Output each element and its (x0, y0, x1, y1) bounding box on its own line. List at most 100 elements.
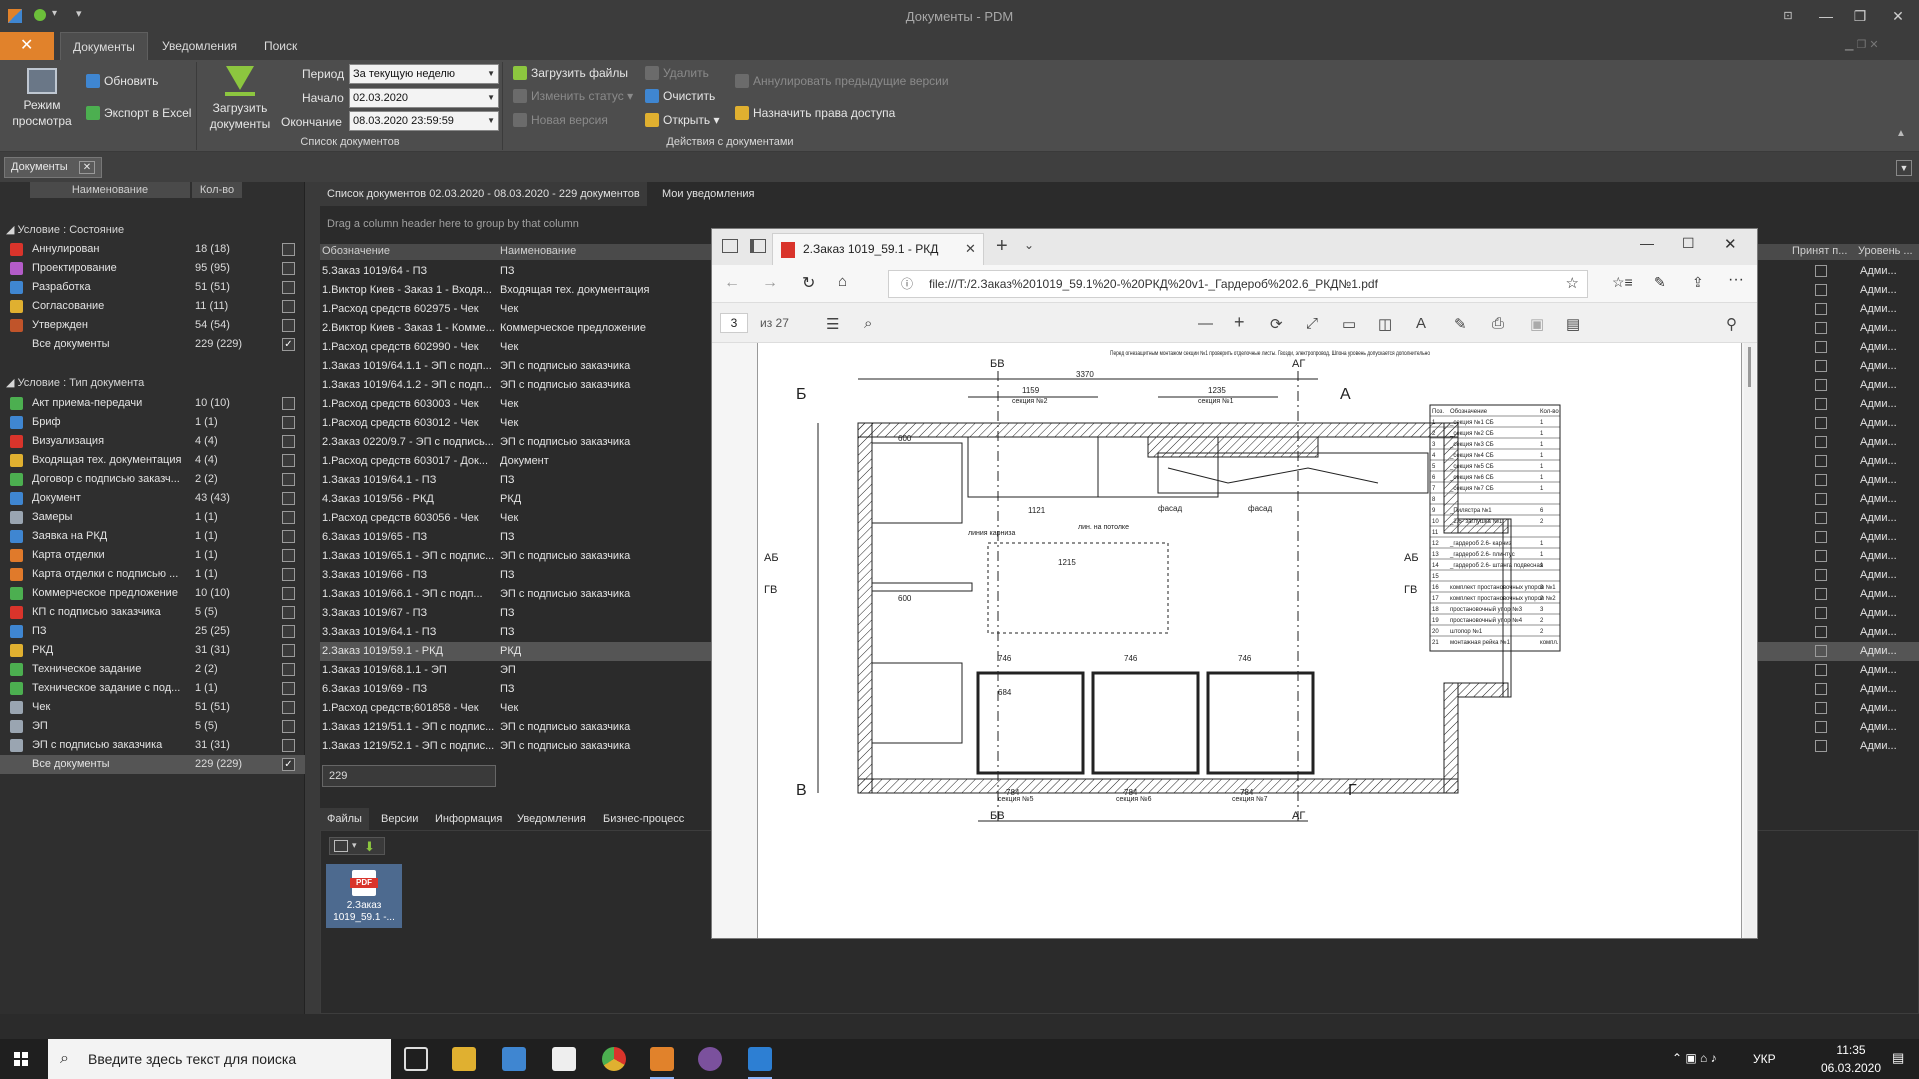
viber-icon[interactable] (698, 1047, 722, 1071)
accepted-checkbox[interactable] (1815, 721, 1827, 733)
page-number-input[interactable]: 3 (720, 313, 748, 333)
pdm-app-icon[interactable] (650, 1047, 674, 1071)
taskbar-date[interactable]: 06.03.2020 (1815, 1061, 1887, 1075)
clear-button[interactable]: Очистить (645, 89, 715, 103)
assign-rights-button[interactable]: Назначить права доступа (735, 106, 895, 120)
tab-info[interactable]: Информация (428, 808, 509, 830)
save-icon[interactable]: ▣ (1530, 315, 1544, 333)
task-view-icon[interactable] (404, 1047, 428, 1071)
type-checkbox[interactable] (282, 511, 295, 524)
col-name-header[interactable]: Наименование (500, 245, 576, 257)
accepted-checkbox[interactable] (1815, 531, 1827, 543)
minimize-button[interactable]: — (1640, 235, 1654, 251)
state-row[interactable]: Проектирование 95 (95) (0, 259, 305, 278)
save-as-icon[interactable]: ▤ (1566, 315, 1580, 333)
contents-icon[interactable]: ☰ (826, 315, 839, 333)
view-mode-button[interactable]: Режим просмотра (10, 68, 74, 152)
close-icon[interactable]: ✕ (78, 161, 96, 174)
state-checkbox[interactable] (282, 262, 295, 275)
type-row[interactable]: Заявка на РКД 1 (1) (0, 527, 305, 546)
tab-versions[interactable]: Версии (374, 808, 425, 830)
group-type-header[interactable]: ◢ Условие : Тип документа (6, 376, 144, 389)
new-version-button[interactable]: Новая версия (513, 113, 608, 127)
type-checkbox[interactable] (282, 644, 295, 657)
read-aloud-icon[interactable]: A (1416, 315, 1426, 332)
pin-icon[interactable]: ⚲ (1726, 315, 1737, 333)
delete-button[interactable]: Удалить (645, 66, 709, 80)
chevron-down-icon[interactable]: ▾ (352, 840, 357, 851)
edge-icon[interactable] (748, 1047, 772, 1071)
favorites-icon[interactable]: ☆≡ (1612, 274, 1633, 291)
rotate-icon[interactable]: ⟳ (1270, 315, 1283, 333)
accepted-checkbox[interactable] (1815, 683, 1827, 695)
type-checkbox[interactable] (282, 473, 295, 486)
type-row[interactable]: Акт приема-передачи 10 (10) (0, 394, 305, 413)
type-row[interactable]: Техническое задание 2 (2) (0, 660, 305, 679)
type-checkbox[interactable] (282, 549, 295, 562)
fit-page-icon[interactable]: ⤢ (1306, 315, 1318, 332)
type-checkbox[interactable] (282, 625, 295, 638)
documents-doc-tab[interactable]: Документы ✕ (4, 157, 103, 178)
type-row[interactable]: ПЗ 25 (25) (0, 622, 305, 641)
draw-icon[interactable]: ✎ (1454, 315, 1467, 333)
file-explorer-icon[interactable] (452, 1047, 476, 1071)
accepted-checkbox[interactable] (1815, 265, 1827, 277)
state-row[interactable]: Утвержден 54 (54) (0, 316, 305, 335)
type-checkbox[interactable] (282, 587, 295, 600)
accepted-checkbox[interactable] (1815, 455, 1827, 467)
tab-search[interactable]: Поиск (252, 32, 309, 60)
type-checkbox[interactable] (282, 663, 295, 676)
view-icon[interactable] (334, 840, 348, 852)
address-bar[interactable]: ⓘ file:///T:/2.Заказ%201019_59.1%20-%20Р… (888, 270, 1588, 298)
scroll-thumb[interactable] (1748, 347, 1751, 387)
print-icon[interactable]: ⎙ (1492, 315, 1504, 332)
search-icon[interactable]: ⌕ (864, 315, 872, 332)
new-tab-icon[interactable]: + (996, 235, 1008, 258)
store-icon[interactable] (502, 1047, 526, 1071)
accepted-checkbox[interactable] (1815, 550, 1827, 562)
type-checkbox[interactable] (282, 606, 295, 619)
tray-icons[interactable]: ⌃ ▣ ⌂ ♪ (1672, 1051, 1717, 1065)
tab-business-process[interactable]: Бизнес-процесс (596, 808, 691, 830)
type-row[interactable]: ЭП 5 (5) (0, 717, 305, 736)
accepted-checkbox[interactable] (1815, 664, 1827, 676)
zoom-in-icon[interactable]: + (1234, 312, 1245, 333)
accepted-checkbox[interactable] (1815, 360, 1827, 372)
type-checkbox[interactable] (282, 568, 295, 581)
set-tabs-aside-icon[interactable] (750, 239, 766, 253)
type-checkbox[interactable] (282, 720, 295, 733)
upload-files-button[interactable]: Загрузить файлы (513, 66, 628, 80)
accepted-checkbox[interactable] (1815, 512, 1827, 524)
type-row[interactable]: Техническое задание с под... 1 (1) (0, 679, 305, 698)
share-icon[interactable]: ⇪ (1692, 274, 1704, 291)
chrome-icon[interactable] (602, 1047, 626, 1071)
left-col-name-header[interactable]: Наименование (30, 182, 190, 198)
state-checkbox[interactable] (282, 243, 295, 256)
forward-icon[interactable]: → (762, 274, 778, 292)
accepted-checkbox[interactable] (1815, 702, 1827, 714)
tab-list-dropdown-icon[interactable]: ▼ (1896, 160, 1912, 176)
splitter[interactable] (305, 182, 320, 1014)
zoom-out-icon[interactable]: — (1198, 315, 1213, 332)
accepted-checkbox[interactable] (1815, 322, 1827, 334)
tab-notifications[interactable]: Уведомления (150, 32, 249, 60)
mail-icon[interactable] (552, 1047, 576, 1071)
group-state-header[interactable]: ◢ Условие : Состояние (6, 223, 124, 236)
page-view-icon[interactable]: ◫ (1378, 315, 1392, 333)
refresh-button[interactable]: Обновить (86, 74, 158, 88)
type-checkbox[interactable]: ✓ (282, 758, 295, 771)
close-button[interactable]: ✕ (1724, 235, 1737, 253)
chevron-down-icon[interactable]: ⌄ (1024, 238, 1034, 252)
close-button[interactable]: ✕ (1880, 4, 1916, 28)
state-checkbox[interactable] (282, 281, 295, 294)
mdi-window-controls[interactable]: ▁ ❐ ✕ (1845, 38, 1879, 51)
tab-files[interactable]: Файлы (320, 808, 369, 830)
type-row[interactable]: Коммерческое предложение 10 (10) (0, 584, 305, 603)
accepted-checkbox[interactable] (1815, 284, 1827, 296)
accepted-checkbox[interactable] (1815, 379, 1827, 391)
notifications-icon[interactable]: ▤ (1892, 1050, 1904, 1066)
windows-start-icon[interactable] (14, 1052, 28, 1066)
type-row[interactable]: ЭП с подписью заказчика 31 (31) (0, 736, 305, 755)
taskbar-search-box[interactable]: ⌕ Введите здесь текст для поиска (48, 1039, 391, 1079)
type-checkbox[interactable] (282, 454, 295, 467)
